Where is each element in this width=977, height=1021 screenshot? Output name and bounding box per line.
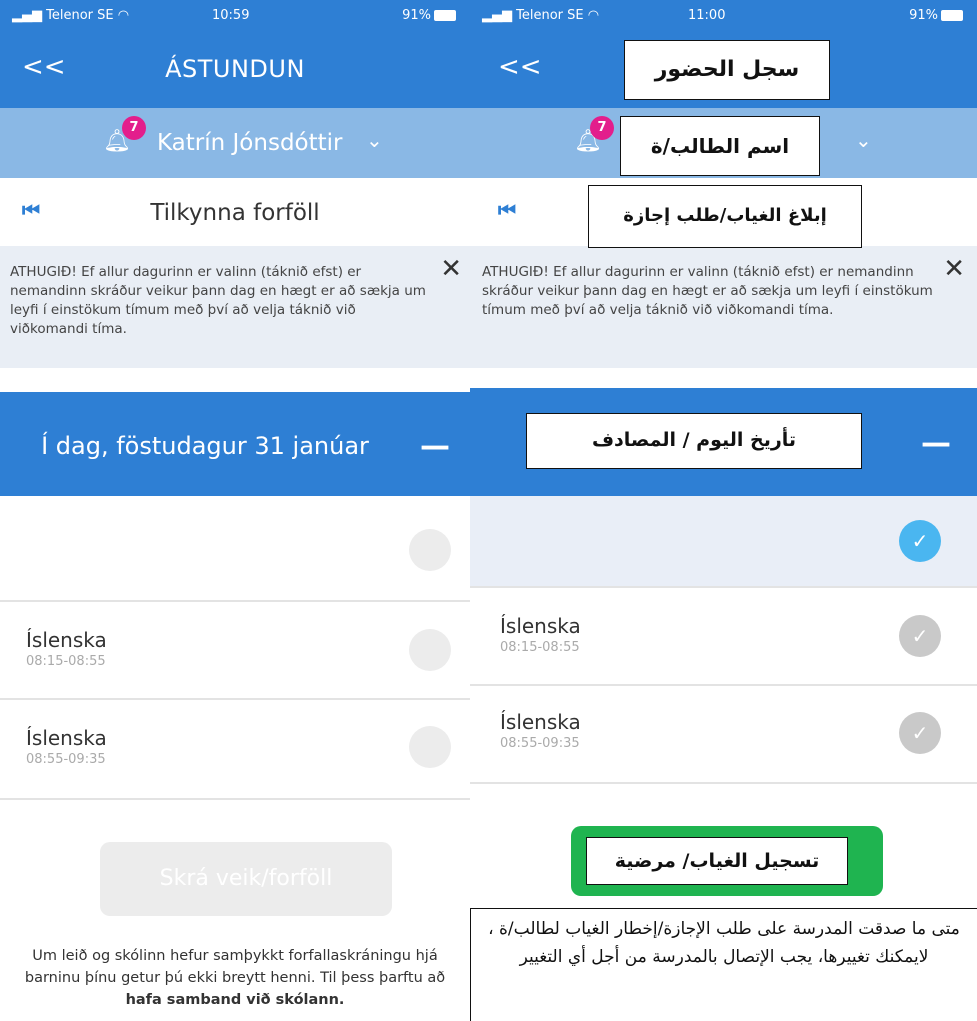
date-header[interactable]: Í dag, föstudagur 31 janúar — — [0, 392, 470, 496]
class-row[interactable]: Íslenska 08:55-09:35 — [0, 700, 470, 800]
back-button[interactable]: << — [498, 52, 542, 82]
skip-back-icon[interactable]: ⏮ — [498, 198, 516, 222]
left-phone-screen: ▂▄▆ Telenor SE ◠ 10:59 91% << ÁSTUNDUN 🔔… — [0, 0, 470, 1021]
class-subject: Íslenska — [500, 614, 581, 638]
date-label: Í dag, föstudagur 31 janúar — [41, 432, 369, 460]
status-bar: ▂▄▆ Telenor SE ◠ 10:59 91% — [0, 0, 470, 30]
footer-text: Um leið og skólinn hefur samþykkt forfal… — [24, 948, 446, 986]
annotation-footer: متى ما صدقت المدرسة على طلب الإجازة/إخطا… — [470, 908, 977, 1021]
class-select-circle[interactable] — [409, 629, 451, 671]
student-selector[interactable]: 🔔︎ 7 Katrín Jónsdóttir ⌄ — [0, 108, 470, 178]
whole-day-row[interactable] — [0, 496, 470, 602]
battery-icon — [434, 10, 456, 21]
report-absence-label: Tilkynna forföll — [150, 200, 320, 226]
chevron-down-icon[interactable]: ⌄ — [855, 128, 872, 152]
register-absence-button[interactable]: Skrá veik/forföll — [100, 842, 392, 916]
notification-badge: 7 — [122, 116, 146, 140]
battery-icon — [941, 10, 963, 21]
contact-school-link[interactable]: hafa samband við skólann. — [126, 992, 345, 1008]
close-icon[interactable]: ✕ — [943, 256, 965, 282]
status-bar: ▂▄▆ Telenor SE ◠ 11:00 91% — [470, 0, 977, 30]
class-time: 08:15-08:55 — [500, 640, 580, 655]
notice-text: ATHUGIÐ! Ef allur dagurinn er valinn (tá… — [10, 264, 426, 337]
collapse-icon[interactable]: — — [420, 429, 450, 464]
battery-indicator: 91% — [909, 8, 963, 23]
app-header: << ÁSTUNDUN — [0, 30, 470, 108]
annotation-attendance: سجل الحضور — [624, 40, 830, 100]
class-row[interactable]: Íslenska 08:15-08:55 ✓ — [470, 588, 977, 686]
notice-text: ATHUGIÐ! Ef allur dagurinn er valinn (tá… — [482, 264, 933, 318]
annotation-student-name: اسم الطالب/ة — [620, 116, 820, 176]
annotation-register: تسجيل الغياب/ مرضية — [586, 837, 848, 885]
class-row[interactable]: Íslenska 08:15-08:55 — [0, 602, 470, 700]
collapse-icon[interactable]: — — [921, 426, 951, 461]
clock: 10:59 — [212, 8, 250, 23]
clock: 11:00 — [688, 8, 726, 23]
right-phone-screen: ▂▄▆ Telenor SE ◠ 11:00 91% << 🔔︎ 7 ⌄ ⏮ A… — [470, 0, 977, 1021]
notice-box: ATHUGIÐ! Ef allur dagurinn er valinn (tá… — [0, 246, 470, 368]
notification-badge: 7 — [590, 116, 614, 140]
page-title: ÁSTUNDUN — [165, 55, 305, 83]
chevron-down-icon[interactable]: ⌄ — [366, 128, 383, 152]
carrier-label: ▂▄▆ Telenor SE ◠ — [482, 8, 600, 23]
class-time: 08:15-08:55 — [26, 654, 106, 669]
battery-indicator: 91% — [402, 8, 456, 23]
class-time: 08:55-09:35 — [500, 736, 580, 751]
class-subject: Íslenska — [500, 710, 581, 734]
whole-day-row[interactable]: ✓ — [470, 496, 977, 588]
checkmark-icon[interactable]: ✓ — [899, 520, 941, 562]
report-absence-bar: ⏮ Tilkynna forföll — [0, 178, 470, 246]
class-time: 08:55-09:35 — [26, 752, 106, 767]
class-subject: Íslenska — [26, 726, 107, 750]
annotation-date: تأريخ اليوم / المصادف — [526, 413, 862, 469]
checkmark-icon[interactable]: ✓ — [899, 712, 941, 754]
class-select-circle[interactable] — [409, 726, 451, 768]
class-subject: Íslenska — [26, 628, 107, 652]
close-icon[interactable]: ✕ — [440, 256, 462, 282]
checkmark-icon[interactable]: ✓ — [899, 615, 941, 657]
student-name: Katrín Jónsdóttir — [157, 130, 343, 156]
footer-note: Um leið og skólinn hefur samþykkt forfal… — [0, 945, 470, 1011]
whole-day-select-circle[interactable] — [409, 529, 451, 571]
carrier-label: ▂▄▆ Telenor SE ◠ — [12, 8, 130, 23]
notice-box: ATHUGIÐ! Ef allur dagurinn er valinn (tá… — [470, 246, 977, 368]
class-row[interactable]: Íslenska 08:55-09:35 ✓ — [470, 686, 977, 784]
annotation-report-absence: إبلاغ الغياب/طلب إجازة — [588, 185, 862, 248]
